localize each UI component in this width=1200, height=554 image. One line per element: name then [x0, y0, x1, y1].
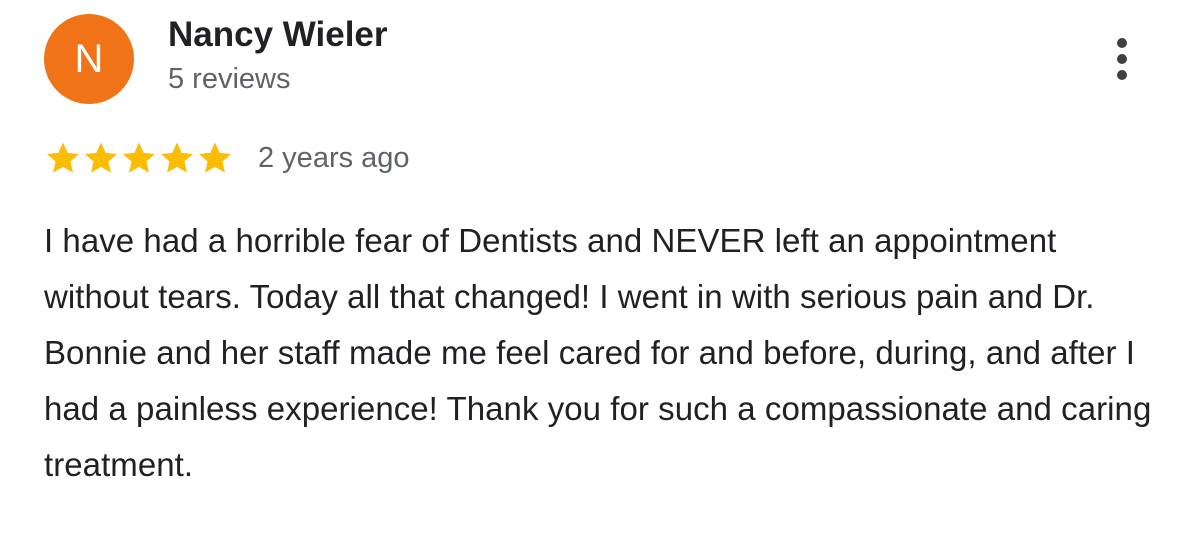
author-name[interactable]: Nancy Wieler — [168, 15, 388, 55]
more-vert-icon-dot — [1117, 54, 1127, 64]
rating-row: 2 years ago — [44, 138, 410, 178]
star-icon — [161, 142, 193, 173]
star-icon — [47, 142, 79, 173]
star-rating — [44, 139, 234, 177]
more-vert-icon-dot — [1117, 70, 1127, 80]
more-vert-icon-dot — [1117, 38, 1127, 48]
star-icon — [85, 142, 117, 173]
review-card: N Nancy Wieler 5 reviews 2 years ago I h… — [0, 0, 1200, 554]
star-icon — [199, 142, 231, 173]
more-options-button[interactable] — [1098, 30, 1146, 88]
star-icon — [123, 142, 155, 173]
avatar-initial: N — [74, 37, 104, 81]
author-review-count[interactable]: 5 reviews — [168, 63, 291, 96]
review-text: I have had a horrible fear of Dentists a… — [44, 222, 1152, 483]
avatar[interactable]: N — [44, 14, 134, 104]
review-timestamp: 2 years ago — [258, 141, 410, 174]
